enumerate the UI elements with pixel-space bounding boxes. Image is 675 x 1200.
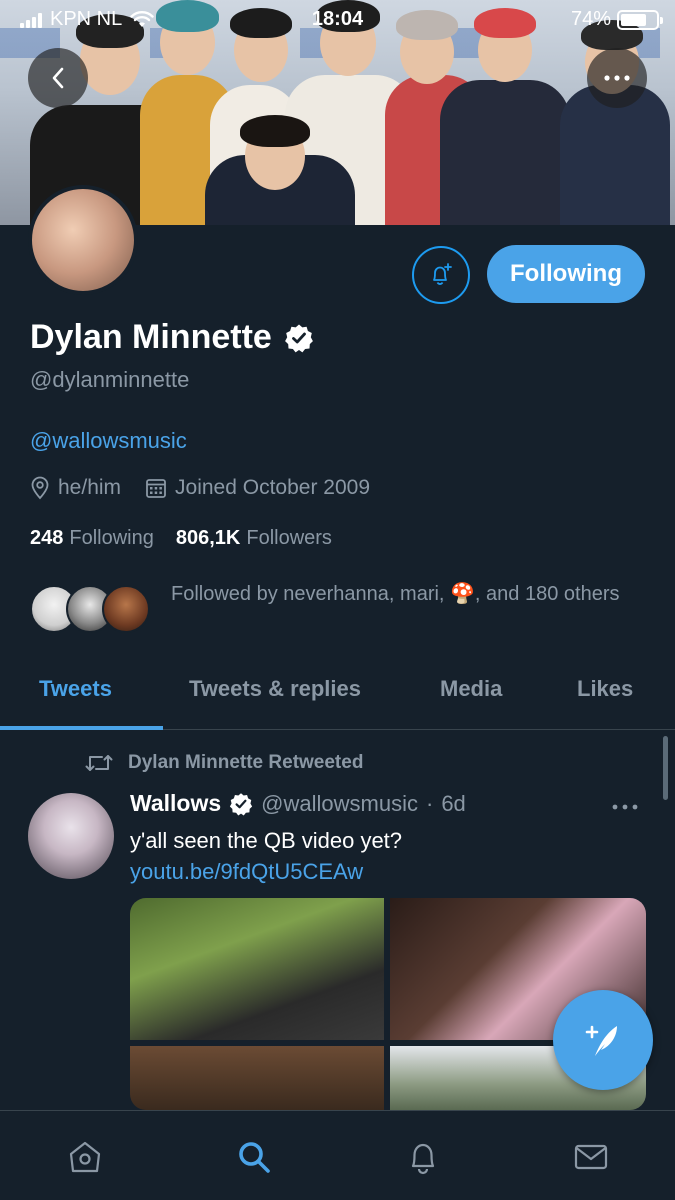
profile-name: Dylan Minnette: [30, 318, 272, 356]
followers-label: Followers: [246, 527, 332, 549]
followers-count: 806,1K: [175, 527, 241, 549]
tab-media[interactable]: Media: [440, 676, 502, 702]
tweet-more-button[interactable]: [612, 790, 638, 816]
mini-avatar: [102, 585, 150, 633]
profile-meta: he/him Joined October 2009: [30, 476, 384, 500]
bell-icon: [411, 1143, 435, 1175]
more-horizontal-icon: [604, 75, 630, 81]
joined-item: Joined October 2009: [145, 476, 370, 500]
calendar-icon: [146, 479, 166, 498]
back-button[interactable]: [28, 48, 88, 108]
more-horizontal-icon: [612, 804, 638, 810]
followers-count-link[interactable]: 806,1K Followers: [176, 527, 332, 550]
tweet-header: Wallows @wallowsmusic · 6d: [130, 790, 466, 817]
tweet-text-body: y'all seen the QB video yet?: [130, 828, 403, 853]
followed-by-avatars[interactable]: [30, 580, 155, 635]
tweet-timestamp[interactable]: 6d: [441, 791, 465, 817]
more-options-button[interactable]: [587, 48, 647, 108]
tab-tweets[interactable]: Tweets: [39, 676, 112, 702]
location-pin-icon: [31, 476, 49, 500]
home-icon: [69, 1141, 101, 1173]
following-count-link[interactable]: 248 Following: [30, 527, 154, 550]
scrollbar[interactable]: [663, 736, 668, 800]
nav-notifications[interactable]: [403, 1137, 443, 1177]
tab-likes[interactable]: Likes: [577, 676, 633, 702]
compose-feather-plus-icon: [585, 1025, 617, 1056]
status-bar: KPN NL 18:04 74%: [0, 0, 675, 40]
chevron-left-icon: [52, 67, 64, 89]
banner-figure: [440, 80, 570, 225]
tab-tweets-and-replies[interactable]: Tweets & replies: [189, 676, 361, 702]
nav-home[interactable]: [65, 1137, 105, 1177]
profile-avatar[interactable]: [28, 185, 138, 295]
active-tab-indicator: [0, 726, 163, 730]
followed-by-text[interactable]: Followed by neverhanna, mari, 🍄, and 180…: [171, 578, 641, 610]
profile-name-row: Dylan Minnette: [30, 318, 314, 357]
notifications-bell-button[interactable]: [412, 246, 470, 304]
tweet-media-image[interactable]: [130, 1046, 384, 1110]
profile-handle: @dylanminnette: [30, 367, 190, 392]
retweet-icon: [85, 755, 113, 771]
pronouns-text: he/him: [58, 476, 122, 499]
banner-figure-hair: [240, 115, 310, 147]
following-label: Following: [69, 527, 154, 549]
tweet-author-avatar[interactable]: [28, 793, 114, 879]
nav-search[interactable]: [234, 1137, 274, 1177]
pronouns-item: he/him: [30, 476, 121, 500]
tweet-text: y'all seen the QB video yet? youtu.be/9f…: [130, 825, 600, 887]
following-count: 248: [30, 527, 64, 549]
profile-tabs: Tweets Tweets & replies Media Likes: [0, 660, 675, 730]
mini-avatar-stack: [30, 580, 155, 635]
status-right: 74%: [570, 8, 663, 31]
joined-text: Joined October 2009: [175, 476, 370, 499]
bell-plus-icon: [433, 263, 452, 285]
tweet-link[interactable]: youtu.be/9fdQtU5CEAw: [130, 859, 363, 884]
retweet-label: Dylan Minnette Retweeted: [128, 752, 364, 773]
nav-messages[interactable]: [571, 1137, 611, 1177]
bottom-navigation: [0, 1110, 675, 1200]
envelope-icon: [574, 1144, 608, 1170]
tweet-media-image[interactable]: [130, 898, 384, 1040]
compose-tweet-button[interactable]: [553, 990, 653, 1090]
bio-mention-link[interactable]: @wallowsmusic: [30, 428, 187, 454]
tweet-author-name[interactable]: Wallows: [130, 790, 221, 817]
verified-badge-icon: [230, 792, 253, 816]
battery-percent: 74%: [570, 8, 611, 30]
battery-fill: [621, 13, 647, 26]
follow-counts: 248 Following 806,1K Followers: [30, 527, 332, 550]
retweet-indicator: Dylan Minnette Retweeted: [84, 752, 363, 774]
following-button[interactable]: Following: [487, 245, 645, 303]
verified-badge-icon: [284, 324, 313, 352]
battery-icon: [617, 9, 663, 30]
tweet-author-handle[interactable]: @wallowsmusic: [261, 791, 418, 817]
tweet-time-separator: ·: [425, 790, 434, 816]
search-icon: [239, 1142, 270, 1173]
